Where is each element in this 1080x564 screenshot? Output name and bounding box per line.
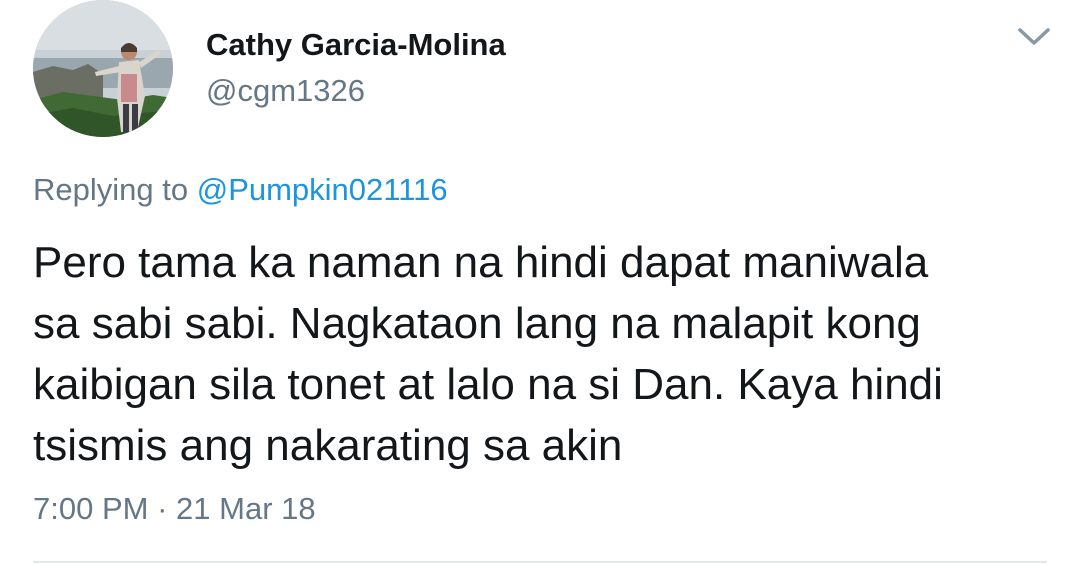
replying-to-label: Replying to (33, 172, 189, 207)
replying-to-mention-link[interactable]: @Pumpkin021116 (197, 172, 448, 207)
tweet-text-line: sa sabi sabi. Nagkataon lang na malapit … (33, 299, 921, 348)
author-avatar[interactable] (33, 0, 173, 137)
avatar-photo-icon (33, 0, 173, 137)
tweet-time: 7:00 PM (33, 491, 149, 526)
tweet-menu-button[interactable] (1016, 22, 1052, 50)
tweet-text-line: Pero tama ka naman na hindi dapat maniwa… (33, 238, 929, 287)
author-handle[interactable]: @cgm1326 (206, 73, 365, 109)
replying-to-line: Replying to @Pumpkin021116 (33, 172, 448, 208)
divider (33, 561, 1047, 563)
author-name[interactable]: Cathy Garcia-Molina (206, 27, 506, 63)
chevron-down-icon (1018, 28, 1050, 45)
tweet-text: Pero tama ka naman na hindi dapat maniwa… (33, 232, 1053, 476)
tweet-card: Cathy Garcia-Molina @cgm1326 Replying to… (0, 0, 1080, 564)
tweet-text-line: kaibigan sila tonet at lalo na si Dan. K… (33, 360, 943, 409)
tweet-text-line: tsismis ang nakarating sa akin (33, 421, 623, 470)
tweet-timestamp[interactable]: 7:00 PM · 21 Mar 18 (33, 491, 316, 527)
tweet-date: 21 Mar 18 (176, 491, 316, 526)
timestamp-separator: · (157, 491, 168, 526)
